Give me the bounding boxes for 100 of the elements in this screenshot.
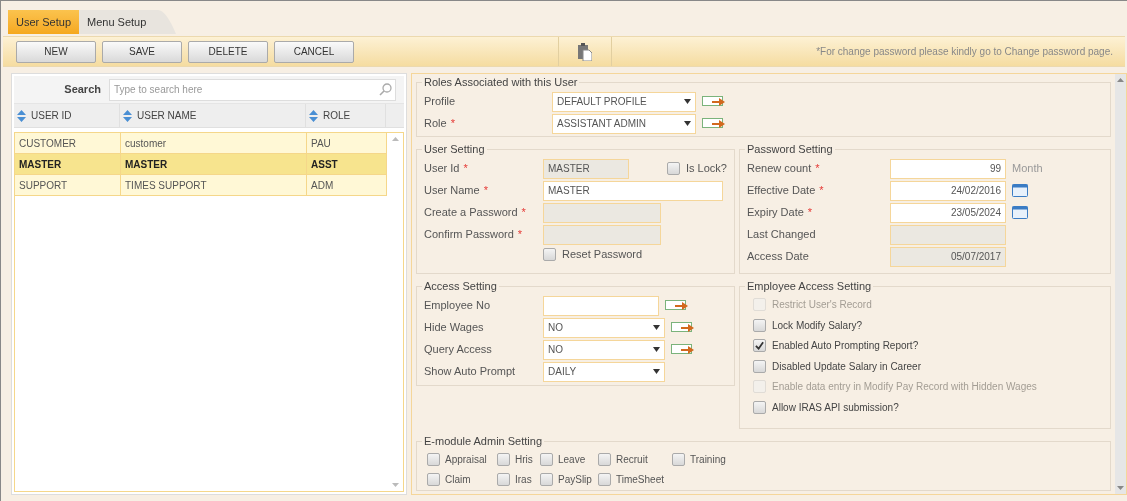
dropdown-arrow-icon bbox=[653, 347, 660, 352]
field-label: Confirm Password * bbox=[424, 227, 524, 243]
search-label: Search bbox=[63, 82, 102, 98]
checkbox[interactable] bbox=[672, 453, 685, 466]
user-row[interactable]: SUPPORT TIMES SUPPORT ADM bbox=[15, 175, 387, 196]
table-cell: CUSTOMER bbox=[15, 133, 121, 153]
field-label: User Id * bbox=[424, 161, 469, 177]
tab[interactable]: User Setup bbox=[8, 10, 80, 34]
sort-icon bbox=[123, 109, 132, 122]
checkbox-label: PaySlip bbox=[558, 473, 592, 487]
field-label: Profile bbox=[424, 94, 457, 110]
scroll-down-icon[interactable] bbox=[391, 483, 399, 487]
user-row[interactable]: MASTER MASTER ASST bbox=[15, 154, 387, 175]
required-mark: * bbox=[483, 184, 488, 197]
dropdown[interactable]: NO bbox=[543, 317, 665, 338]
checkbox[interactable] bbox=[497, 453, 510, 466]
checkbox-label: Is Lock? bbox=[686, 161, 727, 177]
readonly-field[interactable]: MASTER bbox=[543, 158, 629, 179]
checkmark-icon bbox=[755, 341, 764, 351]
dropdown-arrow-icon bbox=[653, 369, 660, 374]
table-cell: TIMES SUPPORT bbox=[121, 175, 307, 195]
calendar-icon[interactable] bbox=[1012, 206, 1028, 219]
user-row[interactable]: CUSTOMER customer PAU bbox=[15, 133, 387, 154]
section-title: Password Setting bbox=[746, 142, 834, 157]
required-mark: * bbox=[819, 184, 824, 197]
required-mark: * bbox=[517, 228, 523, 241]
sort-icon bbox=[309, 109, 318, 122]
checkbox-label: Recruit bbox=[616, 453, 648, 467]
dropdown[interactable]: NO bbox=[543, 339, 665, 360]
calendar-icon[interactable] bbox=[1012, 184, 1028, 197]
sort-icon bbox=[17, 109, 26, 122]
section-title: Roles Associated with this User bbox=[423, 75, 579, 90]
checkbox[interactable] bbox=[497, 473, 510, 486]
dropdown-arrow-icon bbox=[684, 99, 691, 104]
field-label: Employee No bbox=[424, 298, 492, 314]
field-label: Effective Date * bbox=[747, 183, 825, 199]
checkbox[interactable] bbox=[598, 473, 611, 486]
field-label: Hide Wages bbox=[424, 320, 485, 336]
text-field[interactable]: 23/05/2024 bbox=[890, 202, 1006, 223]
checkbox-label: Leave bbox=[558, 453, 586, 467]
checkbox[interactable] bbox=[598, 453, 611, 466]
text-field[interactable] bbox=[543, 295, 659, 316]
field-label: Expiry Date * bbox=[747, 205, 814, 221]
checkbox-label: Claim bbox=[445, 473, 471, 487]
checkbox[interactable] bbox=[540, 453, 553, 466]
readonly-field[interactable] bbox=[890, 224, 1006, 245]
readonly-field[interactable]: 05/07/2017 bbox=[890, 246, 1006, 267]
toolbar-button[interactable]: SAVE bbox=[102, 40, 182, 63]
paste-icon[interactable] bbox=[578, 42, 592, 61]
column-header[interactable]: ROLE bbox=[306, 104, 386, 127]
checkbox-label: Enabled Auto Prompting Report? bbox=[772, 339, 919, 354]
scroll-up-icon[interactable] bbox=[1117, 78, 1124, 82]
dropdown[interactable]: DEFAULT PROFILE bbox=[552, 91, 696, 112]
text-field[interactable]: MASTER bbox=[543, 180, 723, 201]
section-title: Access Setting bbox=[423, 279, 498, 294]
field-label: Access Date bbox=[747, 249, 810, 265]
section-title: E-module Admin Setting bbox=[423, 434, 543, 449]
checkbox[interactable] bbox=[540, 473, 553, 486]
readonly-field[interactable] bbox=[543, 202, 661, 223]
scroll-down-icon[interactable] bbox=[1117, 486, 1124, 490]
checkbox-label: Appraisal bbox=[445, 453, 487, 467]
toolbar-button[interactable]: DELETE bbox=[188, 40, 268, 63]
field-label: Renew count * bbox=[747, 161, 821, 177]
checkbox[interactable] bbox=[753, 339, 766, 353]
checkbox-label: Lock Modify Salary? bbox=[772, 318, 863, 333]
checkbox[interactable] bbox=[427, 473, 440, 486]
column-header[interactable]: USER ID bbox=[14, 104, 120, 127]
checkbox[interactable] bbox=[753, 400, 766, 414]
readonly-field[interactable] bbox=[543, 224, 661, 245]
field-label: Last Changed bbox=[747, 227, 817, 243]
toolbar-button[interactable]: CANCEL bbox=[274, 40, 354, 63]
text-field[interactable]: 99 bbox=[890, 158, 1006, 179]
checkbox-label: TimeSheet bbox=[616, 473, 664, 487]
text-field[interactable]: 24/02/2016 bbox=[890, 180, 1006, 201]
dropdown[interactable]: DAILY bbox=[543, 361, 665, 382]
dropdown-arrow-icon bbox=[684, 121, 691, 126]
search-field[interactable]: Type to search here bbox=[109, 78, 396, 101]
checkbox-label: Hris bbox=[515, 453, 533, 467]
checkbox[interactable] bbox=[427, 453, 440, 466]
checkbox[interactable] bbox=[667, 162, 680, 175]
scroll-up-icon[interactable] bbox=[391, 137, 399, 141]
checkbox-label: Allow IRAS API submission? bbox=[772, 400, 899, 415]
section-title: Employee Access Setting bbox=[746, 279, 873, 294]
checkbox-label: Enable data entry in Modify Pay Record with Hidden Wages bbox=[772, 380, 1037, 395]
required-mark: * bbox=[450, 117, 455, 130]
section-title: User Setting bbox=[423, 142, 486, 157]
search-icon bbox=[379, 82, 392, 96]
column-header[interactable]: USER NAME bbox=[120, 104, 306, 127]
toolbar-button[interactable]: NEW bbox=[16, 40, 96, 63]
field-label: Query Access bbox=[424, 342, 493, 358]
required-mark: * bbox=[521, 206, 526, 219]
dropdown[interactable]: ASSISTANT ADMIN bbox=[552, 113, 696, 134]
required-mark: * bbox=[463, 162, 468, 175]
notice-text: *For change password please kindly go to Change password page. bbox=[815, 45, 1114, 59]
field-label: Create a Password * bbox=[424, 205, 527, 221]
checkbox[interactable] bbox=[753, 318, 766, 332]
required-mark: * bbox=[815, 162, 820, 175]
unit-label: Month bbox=[1012, 161, 1043, 177]
checkbox[interactable] bbox=[753, 359, 766, 373]
checkbox[interactable] bbox=[543, 248, 556, 261]
